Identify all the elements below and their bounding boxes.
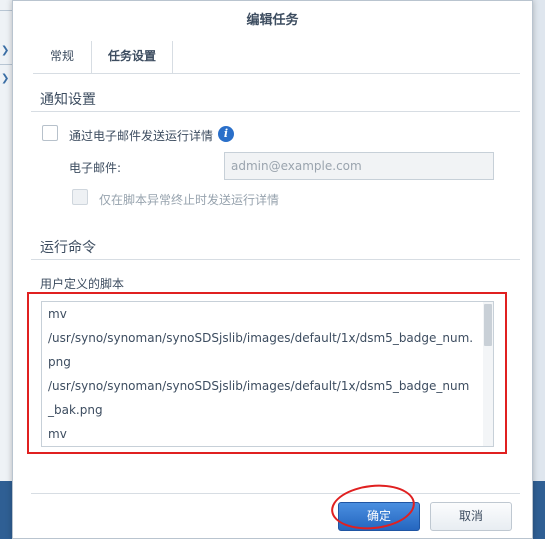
cancel-button[interactable]: 取消	[430, 502, 512, 531]
tab-general[interactable]: 常规	[33, 41, 91, 73]
edit-task-dialog: 编辑任务 常规 任务设置 通知设置 通过电子邮件发送运行详情 i 电子邮件: a…	[12, 0, 533, 539]
tab-bar: 常规 任务设置	[33, 41, 520, 74]
background-divider	[0, 10, 12, 11]
email-label: 电子邮件:	[69, 161, 122, 175]
email-notify-checkbox[interactable]	[42, 125, 58, 141]
annotation-highlight-box	[27, 292, 507, 454]
chevron-down-icon: ❯	[1, 45, 10, 56]
run-section-title: 运行命令	[40, 240, 96, 256]
abnormal-only-label: 仅在脚本异常终止时发送运行详情	[99, 193, 280, 207]
email-notify-label: 通过电子邮件发送运行详情	[69, 129, 214, 143]
script-label: 用户定义的脚本	[40, 277, 125, 291]
info-icon[interactable]: i	[218, 126, 234, 142]
chevron-down-icon: ❯	[1, 73, 10, 84]
dialog-title: 编辑任务	[246, 13, 299, 28]
section-divider	[31, 111, 520, 112]
email-field[interactable]: admin@example.com	[224, 152, 494, 180]
tab-task-settings[interactable]: 任务设置	[91, 41, 173, 73]
background-sidebar: ❯ ❯	[0, 0, 12, 539]
abnormal-only-checkbox[interactable]	[72, 189, 88, 205]
footer-divider	[31, 493, 520, 494]
background-divider	[0, 64, 12, 65]
section-divider	[31, 259, 520, 260]
notify-section-title: 通知设置	[40, 92, 96, 108]
